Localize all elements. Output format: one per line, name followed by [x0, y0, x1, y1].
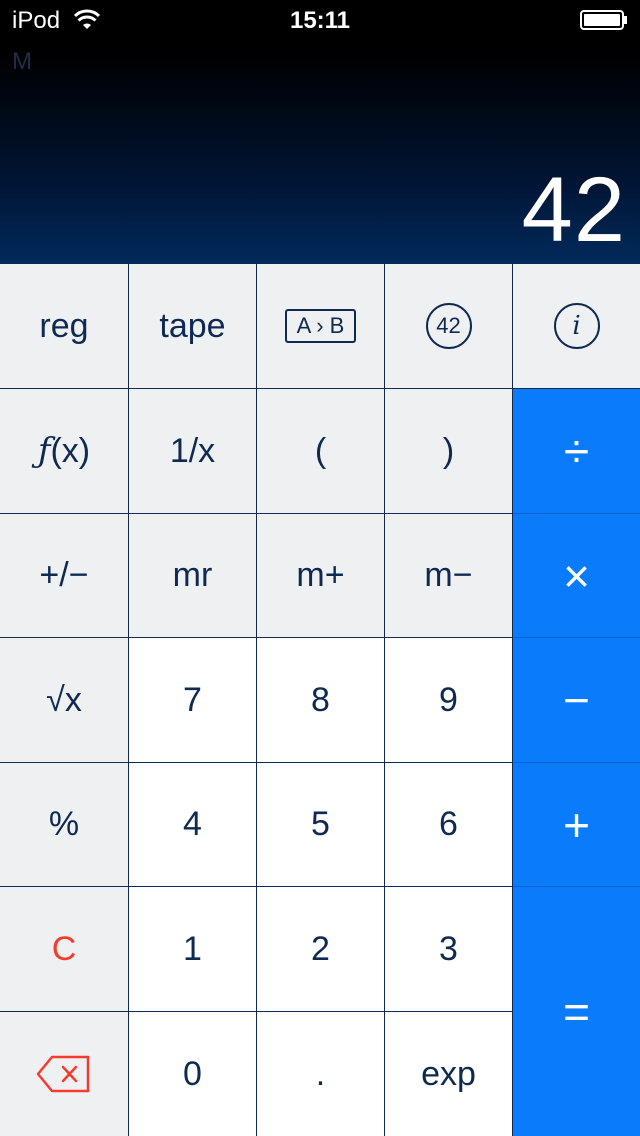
sqrt-button[interactable]: √x	[0, 638, 129, 763]
function-label: ƒ(x)	[38, 431, 90, 471]
add-button[interactable]: +	[513, 763, 640, 887]
decimal-point-label: .	[315, 1054, 326, 1093]
function-button[interactable]: ƒ(x)	[0, 389, 129, 514]
backspace-button[interactable]	[0, 1012, 129, 1136]
plus-minus-button[interactable]: +/−	[0, 514, 129, 638]
tape-button[interactable]: tape	[129, 264, 257, 389]
close-paren-label: )	[442, 431, 455, 470]
digit-1-button[interactable]: 1	[129, 887, 257, 1012]
memory-recall-label: mr	[172, 556, 213, 594]
clear-label: C	[51, 929, 77, 968]
memory-recall-button[interactable]: mr	[129, 514, 257, 638]
reciprocal-label: 1/x	[169, 431, 216, 470]
clear-button[interactable]: C	[0, 887, 129, 1012]
divide-button[interactable]: ÷	[513, 389, 640, 514]
reg-button[interactable]: reg	[0, 264, 129, 389]
percent-button[interactable]: %	[0, 763, 129, 887]
digit-4-button[interactable]: 4	[129, 763, 257, 887]
digit-1-label: 1	[183, 929, 202, 968]
memory-add-button[interactable]: m+	[257, 514, 385, 638]
digit-5-button[interactable]: 5	[257, 763, 385, 887]
divide-icon: ÷	[563, 425, 590, 477]
percent-label: %	[48, 805, 80, 843]
backspace-icon	[36, 1055, 90, 1093]
open-paren-label: (	[314, 431, 327, 470]
digit-2-button[interactable]: 2	[257, 887, 385, 1012]
tape-label: tape	[159, 306, 226, 345]
status-bar: iPod 15:11	[0, 0, 640, 40]
answer-button[interactable]: 42	[385, 264, 513, 389]
digit-0-label: 0	[183, 1054, 202, 1093]
plus-icon: +	[563, 798, 590, 851]
minus-icon: −	[563, 674, 590, 726]
digit-8-button[interactable]: 8	[257, 638, 385, 763]
digit-7-label: 7	[183, 680, 202, 719]
multiply-button[interactable]: ×	[513, 514, 640, 638]
memory-indicator: M	[12, 48, 32, 75]
digit-0-button[interactable]: 0	[129, 1012, 257, 1136]
display-value: 42	[521, 159, 626, 261]
decimal-point-button[interactable]: .	[257, 1012, 385, 1136]
battery-icon	[580, 10, 627, 30]
memory-subtract-label: m−	[424, 556, 473, 594]
memory-add-label: m+	[296, 556, 345, 594]
digit-8-label: 8	[311, 680, 330, 719]
plus-minus-label: +/−	[39, 556, 89, 594]
exponent-label: exp	[421, 1054, 476, 1093]
digit-3-button[interactable]: 3	[385, 887, 513, 1012]
open-paren-button[interactable]: (	[257, 389, 385, 514]
subtract-button[interactable]: −	[513, 638, 640, 763]
answer-badge-icon: 42	[425, 303, 472, 349]
multiply-icon: ×	[563, 549, 590, 602]
digit-3-label: 3	[439, 929, 458, 968]
digit-2-label: 2	[311, 929, 330, 968]
info-button[interactable]: i	[513, 264, 640, 389]
convert-icon: A › B	[284, 309, 357, 343]
digit-4-label: 4	[183, 805, 202, 843]
sqrt-label: √x	[46, 680, 82, 719]
function-f-glyph: ƒ	[37, 431, 51, 471]
equals-icon: =	[563, 985, 590, 1038]
digit-6-label: 6	[439, 805, 458, 843]
digit-9-button[interactable]: 9	[385, 638, 513, 763]
info-icon: i	[553, 303, 600, 349]
function-x-text: (x)	[50, 432, 91, 470]
display-area: iPod 15:11 M 42	[0, 0, 640, 264]
reciprocal-button[interactable]: 1/x	[129, 389, 257, 514]
digit-6-button[interactable]: 6	[385, 763, 513, 887]
memory-subtract-button[interactable]: m−	[385, 514, 513, 638]
convert-button[interactable]: A › B	[257, 264, 385, 389]
reg-label: reg	[39, 306, 89, 345]
exponent-button[interactable]: exp	[385, 1012, 513, 1136]
clock: 15:11	[289, 7, 351, 34]
digit-5-label: 5	[311, 805, 330, 843]
digit-9-label: 9	[439, 680, 458, 719]
close-paren-button[interactable]: )	[385, 389, 513, 514]
digit-7-button[interactable]: 7	[129, 638, 257, 763]
equals-button[interactable]: =	[513, 887, 640, 1136]
